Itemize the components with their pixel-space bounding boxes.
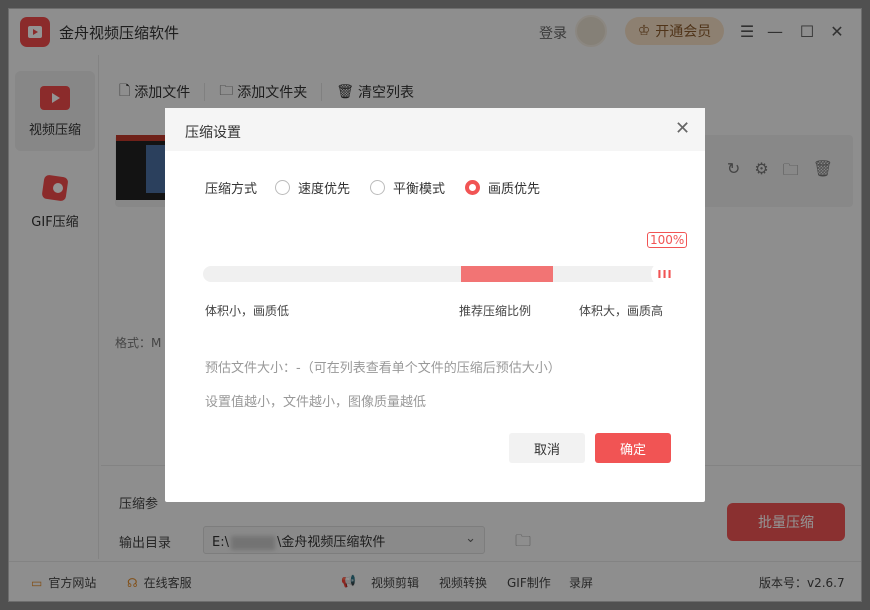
recommended-range: [461, 266, 553, 282]
radio-label: 平衡模式: [393, 182, 446, 197]
radio-circle-selected: [465, 180, 481, 195]
close-icon[interactable]: ✕: [675, 118, 691, 139]
quality-slider-track[interactable]: III: [203, 260, 679, 288]
estimated-size-text: 预估文件大小：-（可在列表查看单个文件的压缩后预估大小）: [205, 361, 561, 376]
radio-balanced[interactable]: 平衡模式: [370, 178, 445, 197]
slider-percent-label: 100%: [647, 232, 688, 248]
radio-quality[interactable]: 画质优先: [465, 178, 540, 197]
slider-recommended-label: 推荐压缩比例: [459, 304, 532, 318]
compress-settings-dialog: 压缩设置 ✕ 压缩方式 速度优先 平衡模式 画质优先 100% III 体积小，…: [165, 108, 705, 502]
cancel-button[interactable]: 取消: [509, 433, 585, 463]
radio-label: 画质优先: [488, 182, 541, 197]
hint-text: 设置值越小，文件越小，图像质量越低: [205, 395, 427, 410]
slider-min-label: 体积小，画质低: [205, 304, 290, 318]
slider-handle[interactable]: III: [651, 260, 679, 288]
radio-circle: [370, 180, 386, 195]
radio-circle: [275, 180, 291, 195]
compress-mode-group: 压缩方式 速度优先 平衡模式 画质优先: [205, 178, 560, 197]
dialog-title: 压缩设置: [185, 125, 241, 141]
radio-speed[interactable]: 速度优先: [275, 178, 350, 197]
slider-max-label: 体积大，画质高: [579, 304, 664, 318]
radio-label: 速度优先: [298, 182, 351, 197]
dialog-header: 压缩设置 ✕: [165, 108, 705, 151]
mode-label: 压缩方式: [205, 182, 258, 197]
confirm-button[interactable]: 确定: [595, 433, 671, 463]
